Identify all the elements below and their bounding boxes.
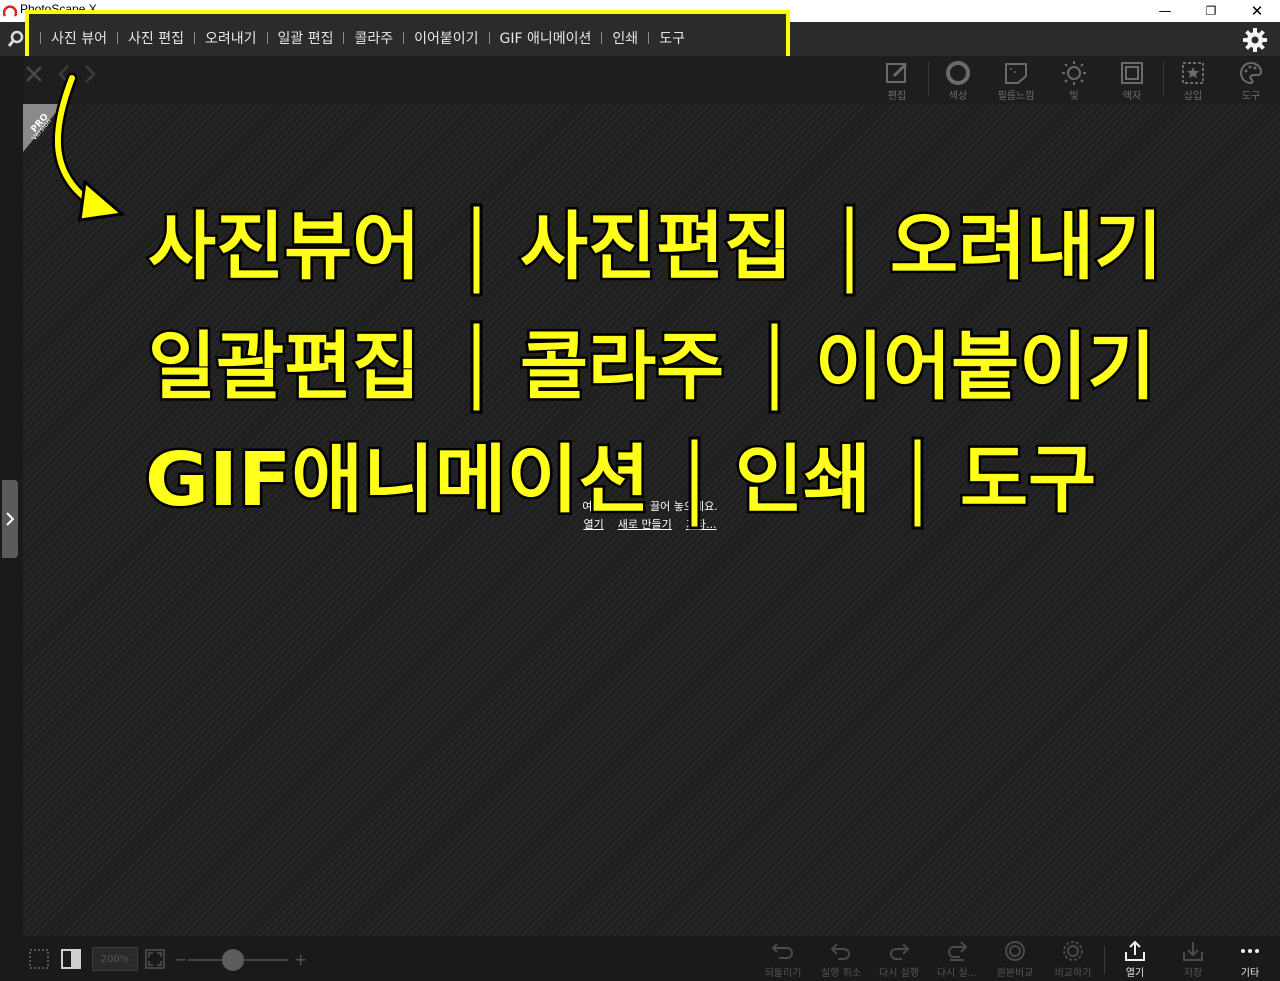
pro-version-badge: PRO Version <box>23 104 63 152</box>
tool-color[interactable]: 색상 <box>936 60 980 102</box>
tool-frame[interactable]: 액자 <box>1110 60 1154 102</box>
restore-button[interactable]: ❐ <box>1188 0 1234 22</box>
revert-icon <box>771 943 793 959</box>
open-button[interactable]: 열기 <box>1107 940 1163 980</box>
fit-screen-icon[interactable] <box>144 948 166 970</box>
compare-button[interactable]: 비교하기 <box>1045 940 1101 980</box>
toolbar-divider <box>928 62 929 96</box>
color-circle-icon <box>946 61 970 85</box>
bottom-divider <box>1104 946 1105 974</box>
menu-item-9[interactable]: 도구 <box>649 28 695 48</box>
nav-controls <box>24 64 96 84</box>
more-link[interactable]: 기타... <box>686 516 717 534</box>
menu-item-3[interactable]: 오려내기 <box>195 28 267 48</box>
menu-item-7[interactable]: GIF 애니메이션 <box>490 28 602 48</box>
frame-icon <box>1121 62 1143 84</box>
open-link[interactable]: 열기 <box>583 516 603 534</box>
save-button[interactable]: 저장 <box>1165 940 1221 980</box>
close-photo-icon[interactable] <box>24 64 44 84</box>
menu-item-6[interactable]: 이어붙이기 <box>404 28 488 48</box>
undo-icon <box>830 943 850 960</box>
palette-icon <box>1240 61 1263 85</box>
tool-edit[interactable]: 편집 <box>875 60 919 102</box>
menu-item-2[interactable]: 사진 편집 <box>118 28 194 48</box>
settings-gear-icon[interactable] <box>1242 27 1268 53</box>
view-controls: 200% − <box>28 947 187 971</box>
zoom-in-icon[interactable]: + <box>294 950 307 969</box>
chevron-right-icon[interactable] <box>84 64 96 84</box>
more-dots-icon <box>1241 949 1259 953</box>
app-logo-icon <box>3 5 17 17</box>
main-menu: 사진 뷰어 사진 편집 오려내기 일괄 편집 콜라주 이어붙이기 GIF 애니메이션 인쇄 도구 <box>40 22 695 54</box>
restore-icon: ❐ <box>1205 4 1217 18</box>
tool-insert[interactable]: 삽입 <box>1171 60 1215 102</box>
redo-button[interactable]: 다시 실행 <box>871 940 927 980</box>
light-sun-icon <box>1062 61 1086 85</box>
undo-button[interactable]: 실행 취소 <box>813 940 869 980</box>
side-panel-toggle[interactable] <box>2 480 18 558</box>
drop-area-message: 여기에 사진을 끌어 놓으세요. 열기 새로 만들기 기타... <box>560 498 740 534</box>
new-link[interactable]: 새로 만들기 <box>618 516 672 534</box>
selection-grid-icon[interactable] <box>28 948 50 970</box>
menu-item-8[interactable]: 인쇄 <box>602 28 648 48</box>
tool-film[interactable]: 필름느낌 <box>994 60 1038 102</box>
zoom-slider-thumb[interactable] <box>222 949 244 971</box>
film-effect-icon <box>1005 63 1027 84</box>
chevron-right-icon <box>6 512 14 526</box>
upload-icon <box>1125 940 1145 961</box>
original-compare-button[interactable]: 원본비교 <box>987 940 1043 980</box>
toolbar-divider <box>1163 62 1164 96</box>
close-icon: ✕ <box>1250 2 1264 20</box>
zoom-out-icon[interactable]: − <box>174 950 187 969</box>
menu-item-5[interactable]: 콜라주 <box>344 28 403 48</box>
more-button[interactable]: 기타 <box>1222 940 1278 980</box>
menu-item-4[interactable]: 일괄 편집 <box>268 28 344 48</box>
tool-tools[interactable]: 도구 <box>1229 60 1273 102</box>
menu-item-1[interactable]: 사진 뷰어 <box>41 28 117 48</box>
drop-hint-text: 여기에 사진을 끌어 놓으세요. <box>582 500 718 513</box>
close-window-button[interactable]: ✕ <box>1234 0 1280 22</box>
redo-all-icon <box>948 941 968 961</box>
edit-pencil-icon <box>886 62 908 83</box>
redo-all-button[interactable]: 다시 실... <box>929 940 985 980</box>
compare-icon <box>1063 941 1083 961</box>
search-icon[interactable] <box>8 30 24 48</box>
minimize-button[interactable]: — <box>1142 0 1188 22</box>
chevron-left-icon[interactable] <box>58 64 70 84</box>
download-icon <box>1183 942 1203 961</box>
insert-star-icon <box>1182 62 1204 84</box>
redo-icon <box>890 943 910 960</box>
tool-light[interactable]: 빛 <box>1052 60 1096 102</box>
split-view-icon[interactable] <box>60 948 82 970</box>
minimize-icon: — <box>1158 3 1172 19</box>
zoom-level-field[interactable]: 200% <box>92 947 138 971</box>
original-compare-icon <box>1005 941 1025 961</box>
revert-button[interactable]: 되돌리기 <box>755 940 811 980</box>
